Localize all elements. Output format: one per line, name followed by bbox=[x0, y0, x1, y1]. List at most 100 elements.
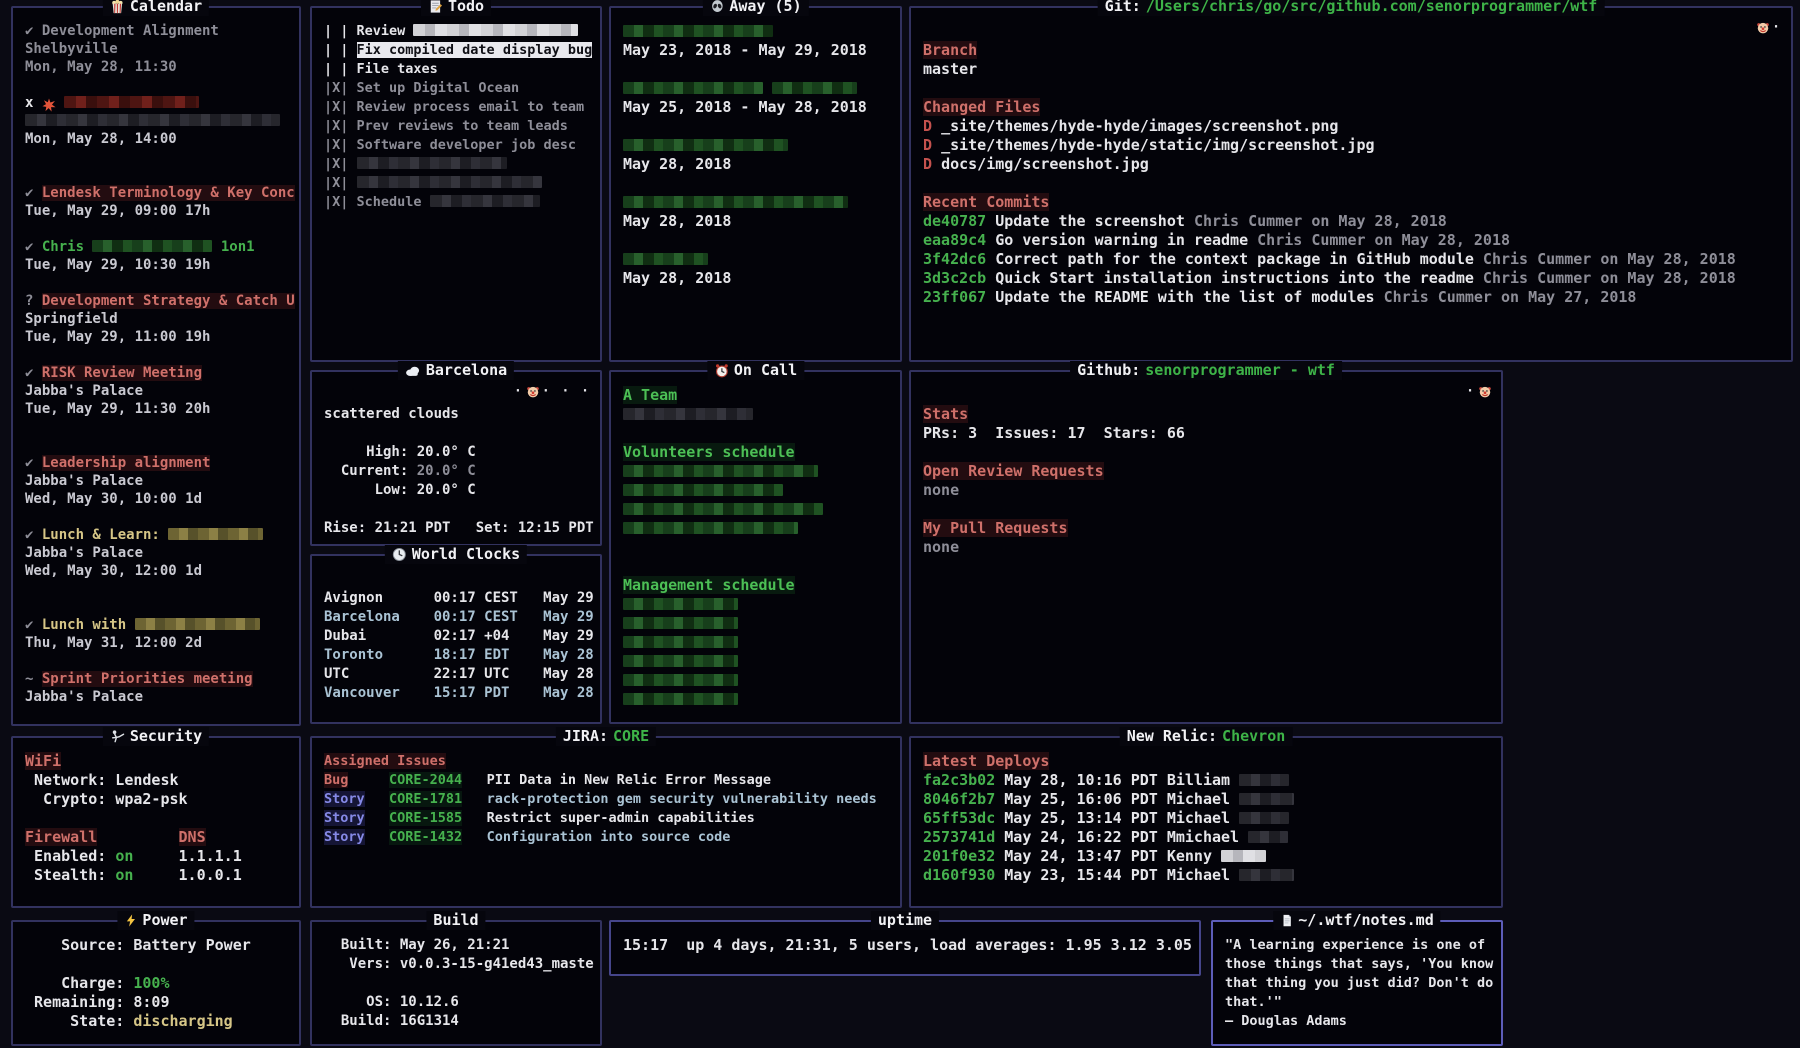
text-segment: Story bbox=[324, 791, 365, 807]
text-segment: Springfield bbox=[25, 311, 118, 327]
away-line bbox=[623, 117, 890, 136]
text-segment: ✔ bbox=[25, 455, 42, 471]
security-line: WiFi bbox=[25, 752, 289, 771]
text-segment bbox=[462, 772, 486, 788]
text-segment bbox=[56, 95, 64, 111]
github-line bbox=[923, 443, 1491, 462]
panel-uptime: uptime 15:17 up 4 days, 21:31, 5 users, … bbox=[609, 920, 1201, 976]
git-line: eaa89c4 Go version warning in readme Chr… bbox=[923, 231, 1781, 250]
text-segment: ✔ bbox=[25, 185, 42, 201]
git-line: 3f42dc6 Correct path for the context pac… bbox=[923, 250, 1781, 269]
text-segment: CORE-2044 bbox=[389, 772, 462, 788]
wtf-dashboard: Calendar ✔ Development AlignmentShelbyvi… bbox=[0, 0, 1800, 1048]
todo-line[interactable]: |X| Set up Digital Ocean bbox=[324, 79, 590, 98]
panel-title-barcelona: Barcelona bbox=[398, 361, 514, 380]
todo-line[interactable]: | | Review bbox=[324, 22, 590, 41]
redacted-block bbox=[623, 408, 753, 420]
calendar-line bbox=[25, 76, 289, 94]
text-segment: Build: 16G1314 bbox=[324, 1013, 459, 1029]
text-segment: Branch bbox=[923, 41, 977, 59]
away-line bbox=[623, 22, 890, 41]
redacted-block bbox=[92, 240, 212, 252]
redacted-block bbox=[623, 139, 788, 151]
clocks-line bbox=[324, 570, 590, 589]
text-segment: Built: May 26, 21:21 bbox=[324, 937, 509, 953]
text-segment: Update the README with the list of modul… bbox=[995, 288, 1383, 306]
oncall-line bbox=[623, 538, 890, 557]
away-line bbox=[623, 174, 890, 193]
redacted-block bbox=[623, 598, 738, 610]
panel-body-oncall: A Team Volunteers schedule Management sc… bbox=[611, 372, 900, 722]
git-line: de40787 Update the screenshot Chris Cumm… bbox=[923, 212, 1781, 231]
git-line: Recent Commits bbox=[923, 193, 1781, 212]
calendar-line: Wed, May 30, 12:00 1d bbox=[25, 562, 289, 580]
panel-title-notes: ~/.wtf/notes.md bbox=[1273, 911, 1440, 930]
panel-title-text: Power bbox=[142, 911, 187, 930]
clocks-line: Avignon 00:17 CEST May 29 bbox=[324, 589, 590, 608]
burst-icon bbox=[42, 98, 56, 112]
todo-line[interactable]: | | Fix compiled date display bug bbox=[324, 41, 590, 60]
redacted-block bbox=[357, 176, 542, 188]
text-segment: Fix compiled date display bug bbox=[357, 42, 593, 58]
calendar-line: Tue, May 29, 09:00 17h bbox=[25, 202, 289, 220]
todo-line[interactable]: |X| bbox=[324, 174, 590, 193]
text-segment bbox=[462, 791, 486, 807]
redacted-block bbox=[1239, 869, 1294, 881]
text-segment: Low: bbox=[324, 482, 417, 498]
panel-title-text: ~/.wtf/notes.md bbox=[1298, 911, 1433, 930]
text-segment: Prev reviews to team leads bbox=[357, 118, 568, 134]
newrelic-line: 201f0e32 May 24, 13:47 PDT Kenny bbox=[923, 847, 1491, 866]
todo-line[interactable]: |X| Schedule bbox=[324, 193, 590, 212]
panel-body-newrelic: Latest Deploysfa2c3b02 May 28, 10:16 PDT… bbox=[911, 738, 1501, 906]
text-segment: d160f930 bbox=[923, 866, 1004, 884]
panel-jira: JIRA: CORE Assigned IssuesBug CORE-2044 … bbox=[310, 736, 902, 908]
panel-body-power: Source: Battery Power Charge: 100% Remai… bbox=[13, 922, 299, 1044]
text-segment: Source: Battery Power bbox=[25, 936, 251, 954]
calendar-line: Springfield bbox=[25, 310, 289, 328]
panel-git: Git: /Users/chris/go/src/github.com/seno… bbox=[909, 6, 1793, 362]
away-line: May 23, 2018 - May 29, 2018 bbox=[623, 41, 890, 60]
panel-body-todo: | | Review | | Fix compiled date display… bbox=[312, 8, 600, 360]
todo-line[interactable]: |X| bbox=[324, 155, 590, 174]
todo-line[interactable]: |X| Software developer job desc bbox=[324, 136, 590, 155]
calendar-line: Mon, May 28, 11:30 bbox=[25, 58, 289, 76]
git-line: 23ff067 Update the README with the list … bbox=[923, 288, 1781, 307]
panel-new-relic: New Relic: Chevron Latest Deploysfa2c3b0… bbox=[909, 736, 1503, 908]
barcelona-line: Low: 20.0° C bbox=[324, 481, 590, 500]
calendar-line: Jabba's Palace bbox=[25, 382, 289, 400]
clocks-line: UTC 22:17 UTC May 28 bbox=[324, 665, 590, 684]
redacted-block bbox=[623, 25, 773, 37]
security-line: Enabled: on 1.1.1.1 bbox=[25, 847, 289, 866]
text-segment: May 28, 10:16 PDT Billiam bbox=[1004, 771, 1239, 789]
text-segment: that.'" bbox=[1225, 994, 1282, 1010]
barcelona-line: Rise: 21:21 PDT Set: 12:15 PDT bbox=[324, 519, 590, 538]
text-segment: D bbox=[923, 155, 941, 173]
text-segment: Chris Cummer on May 28, 2018 bbox=[1194, 212, 1447, 230]
redacted-block bbox=[430, 195, 540, 207]
text-segment: Restrict super-admin capabilities bbox=[487, 810, 755, 826]
calendar-line: ✔ RISK Review Meeting bbox=[25, 364, 289, 382]
todo-line[interactable]: |X| Review process email to team bbox=[324, 98, 590, 117]
panel-calendar: Calendar ✔ Development AlignmentShelbyvi… bbox=[11, 6, 301, 726]
git-line: Changed Files bbox=[923, 98, 1781, 117]
clocks-line: Toronto 18:17 EDT May 28 bbox=[324, 646, 590, 665]
text-segment: Mon, May 28, 14:00 bbox=[25, 131, 177, 147]
github-line: none bbox=[923, 538, 1491, 557]
text-segment: ✔ bbox=[25, 617, 42, 633]
todo-line[interactable]: | | File taxes bbox=[324, 60, 590, 79]
text-segment: Tue, May 29, 09:00 17h bbox=[25, 203, 210, 219]
panel-title-text: senorprogrammer - wtf bbox=[1145, 361, 1335, 380]
calendar-line bbox=[25, 274, 289, 292]
text-segment: Schedule bbox=[357, 194, 430, 210]
panel-title-text: JIRA: bbox=[563, 727, 608, 746]
text-segment: · bbox=[1466, 384, 1476, 399]
build-line bbox=[324, 974, 590, 993]
panel-title-text: Calendar bbox=[130, 0, 202, 16]
text-segment: 3f42dc6 bbox=[923, 250, 995, 268]
text-segment: Jabba's Palace bbox=[25, 473, 143, 489]
todo-line[interactable]: |X| Prev reviews to team leads bbox=[324, 117, 590, 136]
text-segment: 65ff53dc bbox=[923, 809, 1004, 827]
redacted-block bbox=[1239, 812, 1289, 824]
panel-title-uptime: uptime bbox=[871, 911, 939, 930]
text-segment: |X| bbox=[324, 80, 357, 96]
